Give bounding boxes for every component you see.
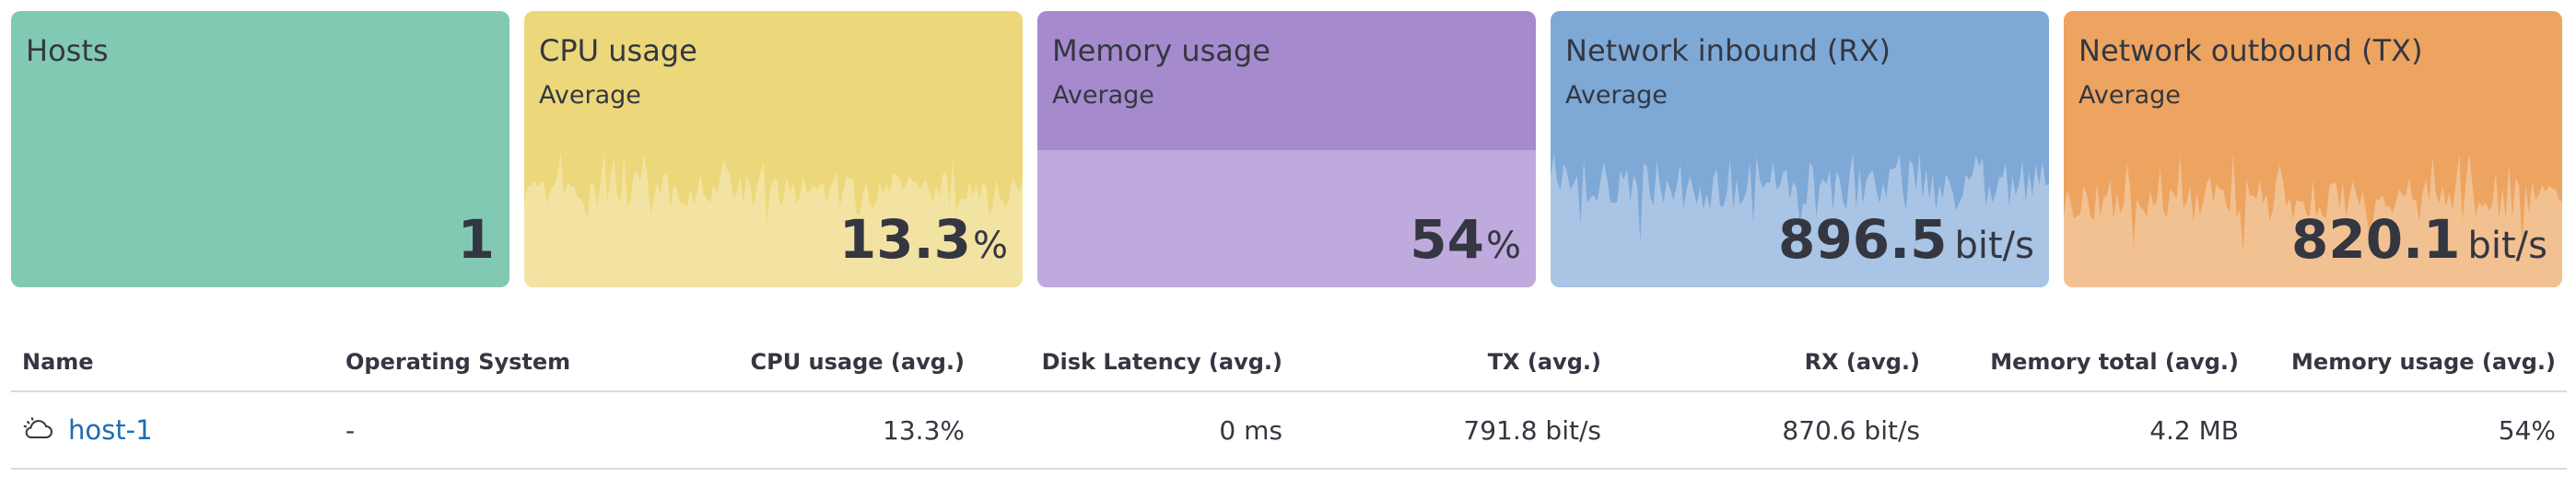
table-header-row: Name Operating System CPU usage (avg.) D…	[11, 333, 2567, 392]
column-header-memory-usage[interactable]: Memory usage (avg.)	[2239, 333, 2567, 392]
column-header-rx[interactable]: RX (avg.)	[1601, 333, 1920, 392]
network-inbound-card[interactable]: Network inbound (RX) Average 896.5 bit/s	[1551, 11, 2049, 287]
memory-usage-card-subtitle: Average	[1052, 81, 1154, 110]
memory-usage-value: 54	[1410, 208, 1484, 271]
table-row: host-1 - 13.3% 0 ms 791.8 bit/s 870.6 bi…	[11, 391, 2567, 470]
cell-tx: 791.8 bit/s	[1282, 391, 1601, 470]
cell-cpu: 13.3%	[688, 391, 965, 470]
cpu-usage-card-metric: 13.3 %	[839, 208, 1008, 271]
network-outbound-unit: bit/s	[2467, 225, 2547, 267]
column-header-disk-latency[interactable]: Disk Latency (avg.)	[965, 333, 1282, 392]
network-outbound-value: 820.1	[2291, 208, 2461, 271]
network-outbound-card-subtitle: Average	[2078, 81, 2181, 110]
cell-memory-usage: 54%	[2239, 391, 2567, 470]
network-inbound-unit: bit/s	[1954, 225, 2034, 267]
cloud-icon	[22, 413, 53, 448]
host-name-link[interactable]: host-1	[68, 414, 153, 446]
network-inbound-card-metric: 896.5 bit/s	[1778, 208, 2034, 271]
cpu-usage-card[interactable]: CPU usage Average 13.3 %	[524, 11, 1023, 287]
cell-name: host-1	[11, 391, 345, 470]
network-outbound-card-metric: 820.1 bit/s	[2291, 208, 2547, 271]
cpu-usage-card-subtitle: Average	[539, 81, 641, 110]
memory-usage-unit: %	[1485, 225, 1521, 267]
cpu-usage-card-title: CPU usage	[539, 33, 697, 68]
cell-rx: 870.6 bit/s	[1601, 391, 1920, 470]
network-inbound-card-subtitle: Average	[1565, 81, 1668, 110]
cpu-usage-value: 13.3	[838, 208, 971, 271]
memory-usage-card-metric: 54 %	[1410, 208, 1521, 271]
network-outbound-card[interactable]: Network outbound (TX) Average 820.1 bit/…	[2064, 11, 2562, 287]
cell-os: -	[345, 391, 688, 470]
hosts-count: 1	[457, 208, 495, 271]
column-header-cpu[interactable]: CPU usage (avg.)	[688, 333, 965, 392]
column-header-tx[interactable]: TX (avg.)	[1282, 333, 1601, 392]
column-header-name[interactable]: Name	[11, 333, 345, 392]
metric-cards: Hosts 1 CPU usage Average 13.3 % Memory …	[11, 11, 2562, 287]
column-header-os[interactable]: Operating System	[345, 333, 688, 392]
cpu-usage-unit: %	[972, 225, 1008, 267]
hosts-card[interactable]: Hosts 1	[11, 11, 509, 287]
memory-usage-card-title: Memory usage	[1052, 33, 1270, 68]
network-inbound-card-title: Network inbound (RX)	[1565, 33, 1891, 68]
hosts-table: Name Operating System CPU usage (avg.) D…	[11, 333, 2567, 470]
memory-usage-card[interactable]: Memory usage Average 54 %	[1037, 11, 1536, 287]
hosts-card-title: Hosts	[26, 33, 109, 68]
network-outbound-card-title: Network outbound (TX)	[2078, 33, 2423, 68]
network-inbound-value: 896.5	[1778, 208, 1948, 271]
hosts-card-metric: 1	[458, 208, 495, 271]
column-header-memory-total[interactable]: Memory total (avg.)	[1920, 333, 2239, 392]
cell-disk-latency: 0 ms	[965, 391, 1282, 470]
cell-memory-total: 4.2 MB	[1920, 391, 2239, 470]
